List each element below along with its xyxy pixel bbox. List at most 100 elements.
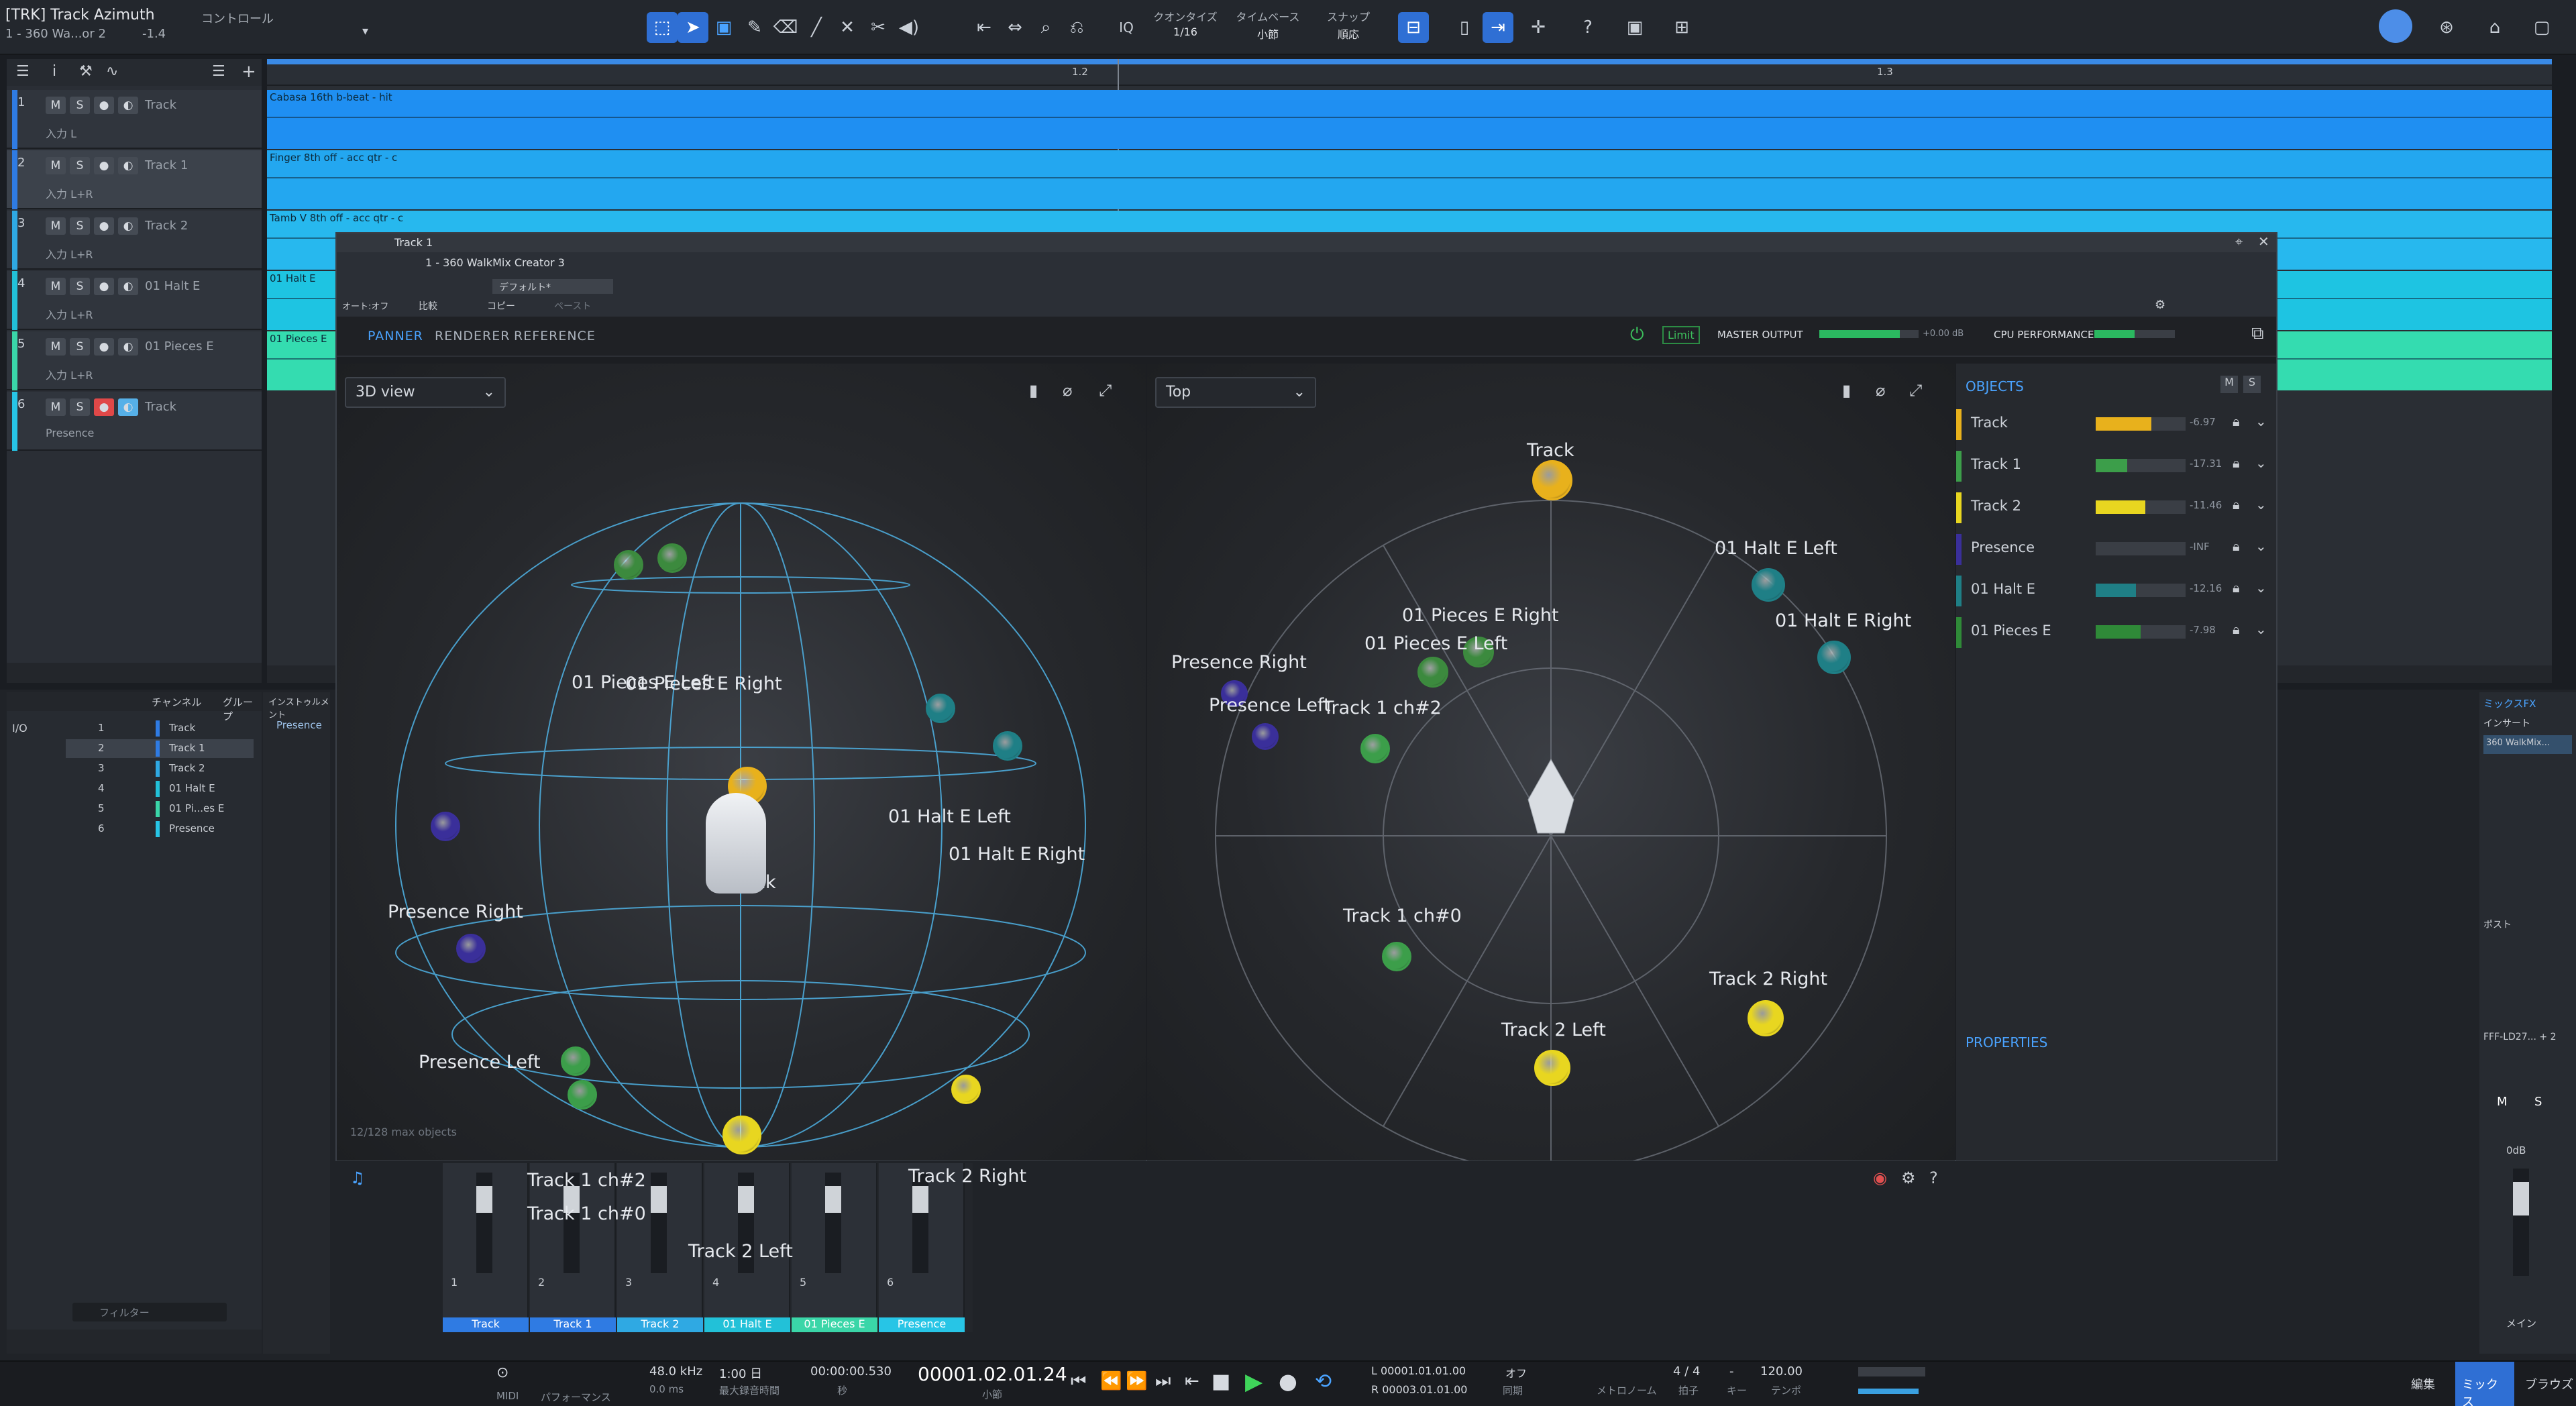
track-name[interactable]: 01 Pieces E (145, 339, 214, 354)
mute-button[interactable]: M (46, 217, 66, 235)
panner-3d-view[interactable]: 3D view ⌄ ▮ ⌀ ⤢ 01 Pieces E Left 01 Pieces… (337, 364, 1146, 1262)
gear-icon[interactable]: ⚙ (1901, 1169, 1916, 1187)
solo-button[interactable]: S (70, 398, 90, 416)
object-ball[interactable] (657, 543, 687, 573)
chevron-down-icon[interactable]: ⌄ (2255, 621, 2267, 637)
add-track-icon[interactable]: + (241, 62, 256, 82)
record-arm-button[interactable]: ● (94, 398, 114, 416)
audio-clip[interactable]: Finger 8th off - acc qtr - c (267, 150, 2552, 209)
track-input[interactable]: 入力 L+R (46, 366, 93, 382)
record-arm-button[interactable]: ● (94, 157, 114, 174)
channel-name[interactable]: Presence (879, 1317, 965, 1332)
track-name[interactable]: Track 2 (145, 219, 188, 233)
monitor-button[interactable]: ◐ (118, 97, 138, 114)
record-arm-button[interactable]: ● (94, 97, 114, 114)
channel-fader[interactable] (912, 1173, 928, 1273)
solo-button[interactable]: S (70, 97, 90, 114)
end-icon[interactable]: ⏭ (1155, 1371, 1171, 1392)
chevron-down-icon[interactable]: ⌄ (2255, 496, 2267, 512)
mix-button[interactable]: ミックス (2455, 1362, 2514, 1406)
track-header[interactable]: 1 M S ● ◐ Track 入力 L (7, 90, 262, 149)
mute-tool-button[interactable]: ✕ (832, 12, 863, 43)
console-list-item[interactable]: 4 01 Halt E (66, 779, 254, 798)
eraser-tool-button[interactable]: ⌫ (770, 12, 801, 43)
device-select[interactable]: 1 - 360 WalkMix Creator 3 (425, 256, 565, 269)
track-header[interactable]: 4 M S ● ◐ 01 Halt E 入力 L+R (7, 271, 262, 330)
follow-button[interactable]: ⇥ (1483, 12, 1513, 43)
tempo[interactable]: 120.00 (1760, 1364, 1803, 1378)
list-icon[interactable]: ☰ (212, 63, 225, 80)
chevron-down-icon[interactable]: ⌄ (2255, 455, 2267, 471)
objects-mute-button[interactable]: M (2220, 376, 2238, 393)
object-ball[interactable] (1534, 1050, 1570, 1086)
snap-select[interactable]: 順応 (1315, 25, 1382, 42)
tab-panner[interactable]: PANNER (368, 329, 423, 343)
external-link-icon[interactable]: ⧉ (2251, 323, 2264, 344)
object-ball[interactable] (614, 550, 643, 580)
track-header[interactable]: 6 M S ● ◐ Track Presence (7, 392, 262, 451)
arrow-tool-button[interactable]: ⬚ (647, 12, 678, 43)
mute-button[interactable]: M (46, 278, 66, 295)
monitor-button[interactable]: ◐ (118, 398, 138, 416)
volume-slider[interactable] (1858, 1389, 1919, 1394)
lock-icon[interactable]: 🔒︎ (2233, 538, 2240, 554)
object-row[interactable]: 01 Halt E -12.16 🔒︎ ⌄ (1956, 570, 2276, 610)
lock-icon[interactable]: 🔒︎ (2233, 455, 2240, 471)
object-ball[interactable] (456, 934, 486, 963)
object-row[interactable]: 01 Pieces E -7.98 🔒︎ ⌄ (1956, 612, 2276, 652)
cursor-button[interactable]: ✛ (1523, 12, 1554, 43)
quantize-select[interactable]: 1/16 (1148, 25, 1222, 38)
object-meter[interactable] (2096, 625, 2186, 639)
help-icon[interactable]: ? (1929, 1169, 1938, 1187)
channel-name[interactable]: Track 1 (530, 1317, 616, 1332)
compare-button[interactable]: 比較 (419, 299, 437, 313)
mixfx-label[interactable]: ミックスFX (2483, 696, 2536, 710)
record-button[interactable]: ● (1279, 1368, 1297, 1394)
track-name[interactable]: Track (145, 98, 176, 112)
metronome-label[interactable]: メトロノーム (1597, 1383, 1657, 1397)
mute-button[interactable]: M (46, 157, 66, 174)
snap-toggle-button[interactable]: ⊟ (1398, 12, 1429, 43)
browse-button[interactable]: ブラウズ (2525, 1375, 2573, 1393)
headphone-icon[interactable]: ♫ (350, 1169, 365, 1187)
solo-button[interactable]: S (70, 278, 90, 295)
channel-name[interactable]: 01 Halt E (704, 1317, 790, 1332)
object-ball[interactable] (993, 731, 1022, 761)
bend-tool-button[interactable]: ⎌ (1061, 12, 1092, 43)
channel-fader[interactable] (825, 1173, 841, 1273)
time-seconds[interactable]: 00:00:00.530 (810, 1364, 892, 1378)
track-input[interactable]: Presence (46, 427, 94, 439)
paste-button[interactable]: ペースト (554, 299, 591, 313)
tab-reference[interactable]: REFERENCE (514, 329, 596, 343)
midi-icon[interactable]: ⊙ (496, 1364, 508, 1381)
main-solo-button[interactable]: S (2534, 1095, 2542, 1109)
position-counter[interactable]: 00001.02.01.24 (918, 1363, 1067, 1385)
pointer-tool-button[interactable]: ➤ (678, 12, 708, 43)
track-input[interactable]: 入力 L (46, 125, 76, 141)
record-arm-button[interactable]: ● (94, 338, 114, 356)
gear-icon[interactable]: ⚙ (2155, 298, 2165, 312)
object-ball[interactable] (1417, 657, 1448, 688)
timeline-ruler[interactable]: 1.2 1.3 (267, 59, 2552, 683)
home-icon[interactable]: ⌂ (2479, 12, 2510, 43)
channel-strip[interactable]: 1 Track (443, 1163, 529, 1332)
object-row[interactable]: Track 1 -17.31 🔒︎ ⌄ (1956, 445, 2276, 486)
chevron-down-icon[interactable]: ⌄ (2255, 413, 2267, 429)
chevron-down-icon[interactable]: ⌄ (2255, 538, 2267, 554)
channel-strip[interactable]: 5 01 Pieces E (792, 1163, 877, 1332)
time-signature[interactable]: 4 / 4 (1673, 1364, 1700, 1378)
object-meter[interactable] (2096, 459, 2186, 472)
edit-button[interactable]: 編集 (2411, 1375, 2435, 1393)
main-fader[interactable] (2513, 1169, 2529, 1276)
alert-icon[interactable]: ◉ (1873, 1169, 1887, 1187)
channel-header[interactable]: チャンネル (152, 695, 202, 709)
object-ball[interactable] (568, 1080, 597, 1110)
loop-left[interactable]: L 00001.01.01.00 (1371, 1364, 1466, 1377)
monitor-button[interactable]: ◐ (118, 157, 138, 174)
lock-icon[interactable]: 🔒︎ (2233, 496, 2240, 512)
split-tool-button[interactable]: ✂ (863, 12, 894, 43)
back-icon[interactable]: ⏪ (1100, 1371, 1122, 1391)
lock-icon[interactable]: 🔒︎ (2233, 621, 2240, 637)
power-icon[interactable]: ⏻ (1630, 325, 1644, 345)
object-ball[interactable] (926, 694, 955, 723)
